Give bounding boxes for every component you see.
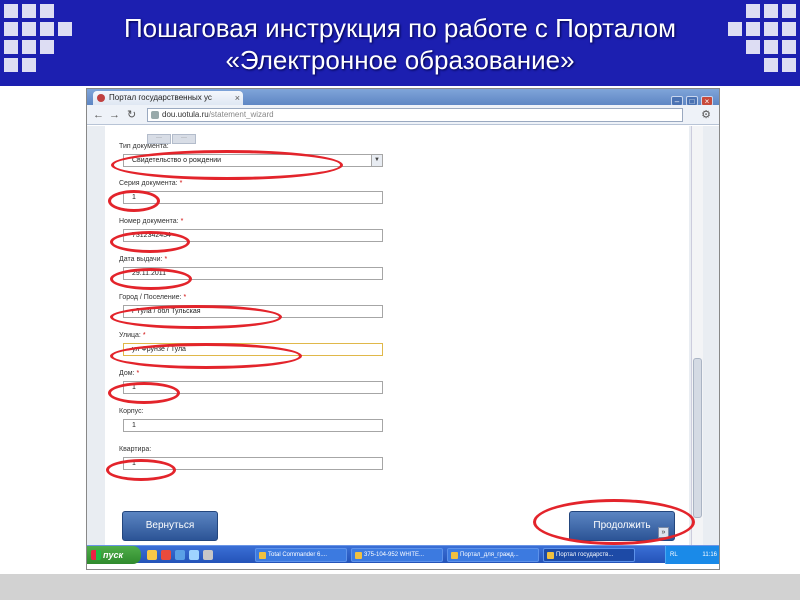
annotation-ellipse bbox=[106, 459, 176, 481]
taskbar-task[interactable]: Портал_для_гражд... bbox=[447, 548, 539, 562]
building-input[interactable]: 1 bbox=[123, 419, 383, 432]
annotation-ellipse bbox=[533, 499, 695, 545]
slide-header: Пошаговая инструкция по работе с Портало… bbox=[0, 0, 800, 86]
annotation-ellipse bbox=[111, 150, 343, 180]
series-input[interactable]: 1 bbox=[123, 191, 383, 204]
tab-title: Портал государственных ус bbox=[109, 93, 212, 102]
chevron-down-icon[interactable]: ▼ bbox=[371, 155, 382, 166]
task-app-icon bbox=[547, 552, 554, 559]
page-icon bbox=[151, 111, 159, 119]
scrollbar-thumb[interactable] bbox=[693, 358, 702, 518]
annotation-ellipse bbox=[110, 305, 282, 329]
taskbar-task[interactable]: 375-104-952 WHITE... bbox=[351, 548, 443, 562]
windows-taskbar: пуск Total Commander 6.... 375-104-952 W… bbox=[87, 545, 719, 564]
browser-tab[interactable]: Портал государственных ус × bbox=[93, 91, 243, 105]
field-label-series: Серия документа: * bbox=[119, 180, 183, 187]
back-arrow-icon[interactable]: ← bbox=[93, 108, 104, 122]
page-scrollbar[interactable] bbox=[691, 126, 703, 554]
form-content: ··· ··· Тип документа: Свидетельство о ро… bbox=[105, 126, 689, 554]
wrench-icon[interactable]: ⚙ bbox=[701, 108, 711, 121]
address-bar[interactable]: dou.uotula.ru/statement_wizard bbox=[147, 108, 683, 122]
tab-close-icon[interactable]: × bbox=[235, 91, 240, 105]
annotation-ellipse bbox=[110, 343, 302, 369]
taskbar-task[interactable]: Total Commander 6.... bbox=[255, 548, 347, 562]
forward-arrow-icon[interactable]: → bbox=[109, 108, 120, 122]
quicklaunch-ie-icon[interactable] bbox=[189, 550, 199, 560]
top-tab-2[interactable]: ··· bbox=[172, 134, 196, 144]
bottom-strip bbox=[0, 574, 800, 600]
url-host: dou.uotula.ru bbox=[162, 110, 209, 119]
reload-icon[interactable]: ↻ bbox=[127, 108, 136, 122]
top-tabs: ··· ··· bbox=[147, 126, 197, 144]
favicon-icon bbox=[97, 94, 105, 102]
page-area: ··· ··· Тип документа: Свидетельство о ро… bbox=[87, 126, 719, 554]
quicklaunch-desktop-icon[interactable] bbox=[175, 550, 185, 560]
field-label-building: Корпус: bbox=[119, 408, 144, 415]
task-app-icon bbox=[355, 552, 362, 559]
language-indicator[interactable]: RL bbox=[670, 552, 678, 558]
task-app-icon bbox=[451, 552, 458, 559]
start-button[interactable]: пуск bbox=[87, 546, 141, 564]
annotation-ellipse bbox=[110, 231, 190, 253]
slide-title: Пошаговая инструкция по работе с Портало… bbox=[70, 12, 730, 76]
taskbar-task-active[interactable]: Портал государств... bbox=[543, 548, 635, 562]
slide-title-line2: «Электронное образование» bbox=[225, 45, 575, 75]
field-label-doc-type: Тип документа: bbox=[119, 143, 169, 150]
field-label-street: Улица: * bbox=[119, 332, 146, 339]
annotation-ellipse bbox=[108, 190, 160, 212]
browser-navbar: ← → ↻ dou.uotula.ru/statement_wizard ⚙ bbox=[87, 105, 719, 125]
field-label-apartment: Квартира: bbox=[119, 446, 152, 453]
system-tray: RL 11:16 bbox=[665, 546, 719, 564]
quicklaunch-browser-icon[interactable] bbox=[161, 550, 171, 560]
back-button[interactable]: Вернуться bbox=[122, 511, 218, 541]
tray-clock: 11:16 bbox=[702, 552, 717, 558]
field-label-house: Дом: * bbox=[119, 370, 140, 377]
start-label: пуск bbox=[103, 550, 124, 560]
annotation-ellipse bbox=[108, 382, 180, 404]
browser-tabbar: Портал государственных ус × – □ × bbox=[87, 89, 719, 106]
field-label-number: Номер документа: * bbox=[119, 218, 184, 225]
url-path: /statement_wizard bbox=[208, 110, 274, 119]
windows-logo-icon bbox=[91, 550, 101, 560]
slide-title-line1: Пошаговая инструкция по работе с Портало… bbox=[123, 13, 677, 43]
field-label-issue-date: Дата выдачи: * bbox=[119, 256, 168, 263]
annotation-ellipse bbox=[110, 268, 192, 290]
quicklaunch-app-icon[interactable] bbox=[203, 550, 213, 560]
back-button-label: Вернуться bbox=[145, 520, 195, 531]
task-app-icon bbox=[259, 552, 266, 559]
field-label-city: Город / Поселение: * bbox=[119, 294, 187, 301]
quicklaunch-folder-icon[interactable] bbox=[147, 550, 157, 560]
